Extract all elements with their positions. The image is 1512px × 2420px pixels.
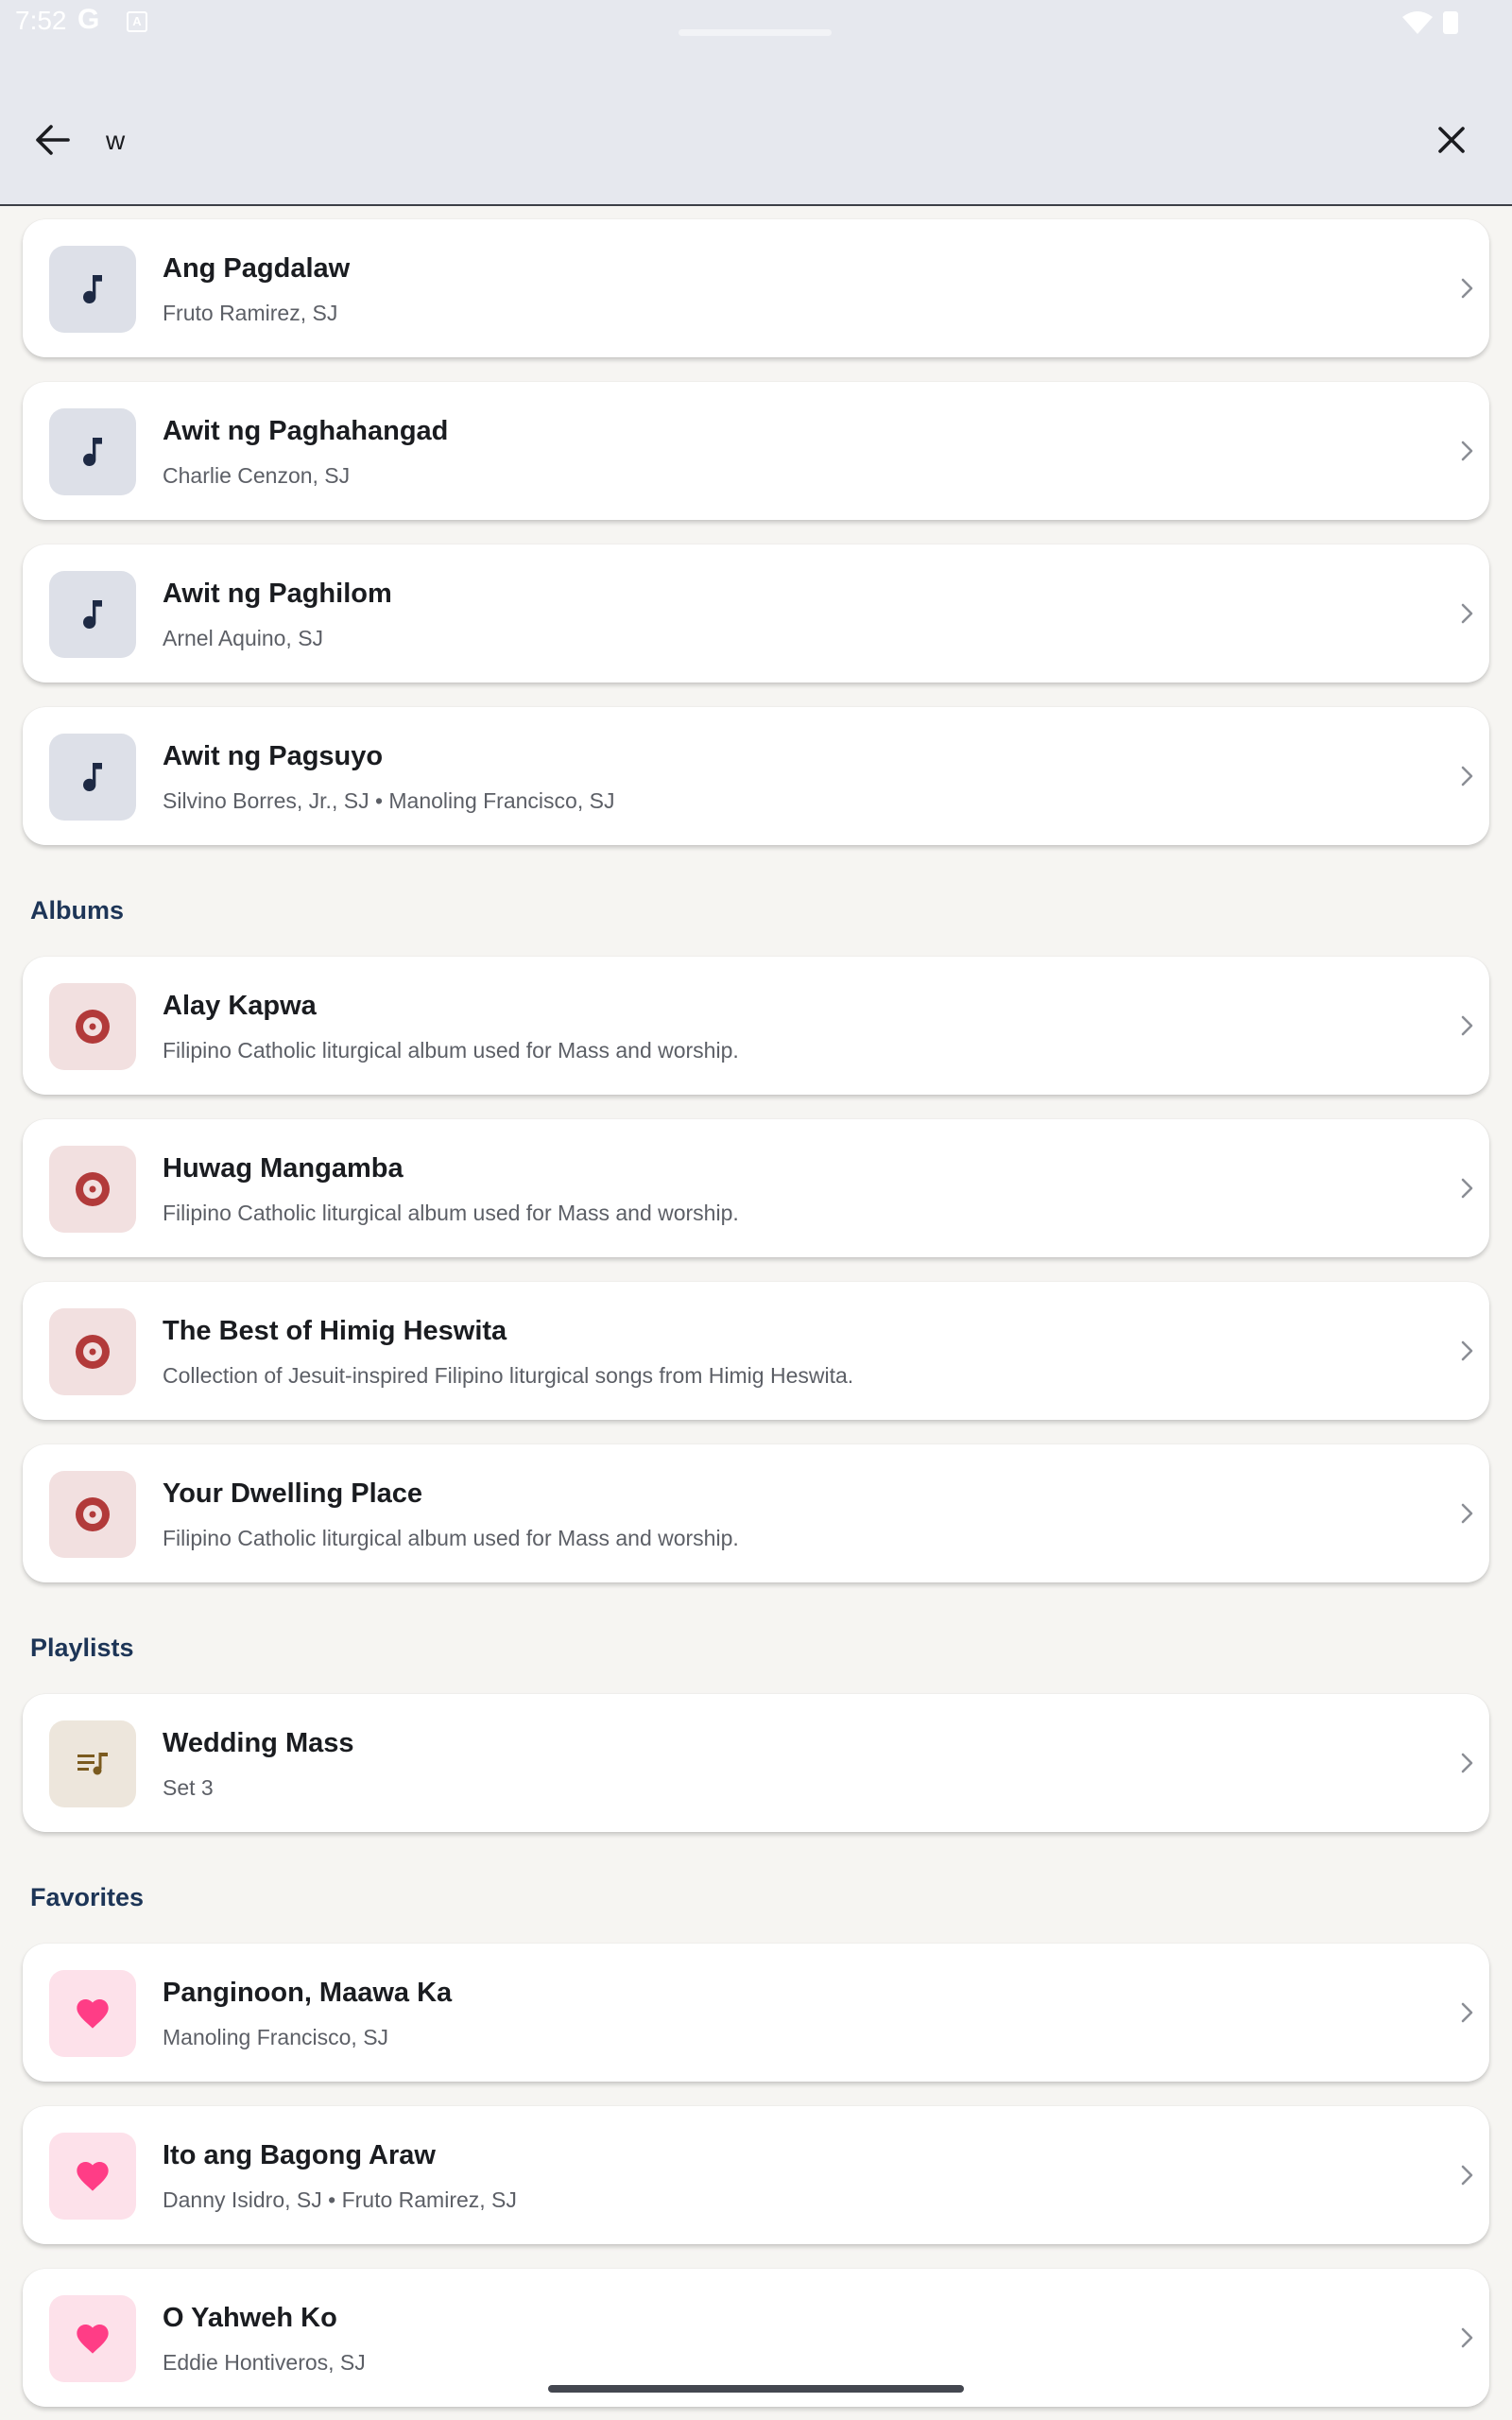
favorite-card[interactable]: Ito ang Bagong Araw Danny Isidro, SJ • F… [23,2106,1489,2244]
status-time: 7:52 [15,6,67,35]
favorites-section-header: Favorites [30,1883,145,1911]
favorite-tile [49,2133,136,2220]
notification-a-icon: A [127,11,147,32]
arrow-left-icon [36,125,70,155]
favorite-artist: Manoling Francisco, SJ [163,2025,389,2049]
song-tile [49,734,136,821]
playlists-section-header: Playlists [30,1634,134,1662]
playlist-subtitle: Set 3 [163,1775,214,1800]
search-input[interactable] [104,116,1336,165]
song-card[interactable]: Awit ng Paghilom Arnel Aquino, SJ [23,544,1489,683]
song-title: Awit ng Pagsuyo [163,741,384,771]
album-tile [49,1471,136,1558]
album-card[interactable]: Your Dwelling Place Filipino Catholic li… [23,1444,1489,1582]
playlist-tile [49,1720,136,1807]
chevron-right-icon [1461,2327,1473,2348]
chevron-right-icon [1461,1753,1473,1773]
heart-icon [77,2325,109,2354]
album-title: Huwag Mangamba [163,1153,404,1184]
song-tile [49,571,136,658]
battery-icon [1443,11,1458,34]
favorite-tile [49,2295,136,2382]
favorite-title: O Yahweh Ko [163,2303,337,2333]
chevron-right-icon [1461,1178,1473,1199]
clear-search-button[interactable] [1425,113,1478,166]
music-note-icon [83,600,102,630]
album-tile [49,983,136,1070]
album-description: Filipino Catholic liturgical album used … [163,1038,739,1063]
song-artist: Charlie Cenzon, SJ [163,463,351,488]
google-icon: G [77,4,100,35]
favorite-title: Ito ang Bagong Araw [163,2140,436,2170]
song-card[interactable]: Ang Pagdalaw Fruto Ramirez, SJ [23,219,1489,357]
song-artist: Silvino Borres, Jr., SJ • Manoling Franc… [163,788,615,813]
album-description: Filipino Catholic liturgical album used … [163,1201,739,1225]
song-card[interactable]: Awit ng Paghahangad Charlie Cenzon, SJ [23,382,1489,520]
gesture-nav-handle[interactable] [548,2385,964,2393]
album-title: Your Dwelling Place [163,1478,423,1509]
status-bar: 7:52 G A [0,0,1512,45]
chevron-right-icon [1461,2002,1473,2023]
music-note-icon [83,438,102,467]
disc-icon [76,1010,110,1044]
song-tile [49,408,136,495]
playlist-icon [77,1753,108,1775]
chevron-right-icon [1461,278,1473,299]
chevron-right-icon [1461,1015,1473,1036]
chevron-right-icon [1461,441,1473,461]
song-title: Awit ng Paghahangad [163,416,449,446]
heart-icon [77,2162,109,2191]
wifi-icon [1402,11,1433,34]
disc-icon [76,1172,110,1206]
album-tile [49,1308,136,1395]
albums-section-header: Albums [30,896,125,925]
chevron-right-icon [1461,766,1473,786]
favorite-card[interactable]: Panginoon, Maawa Ka Manoling Francisco, … [23,1944,1489,2082]
album-card[interactable]: Huwag Mangamba Filipino Catholic liturgi… [23,1119,1489,1257]
favorite-tile [49,1970,136,2057]
disc-icon [76,1335,110,1369]
status-pill [679,29,832,36]
album-tile [49,1146,136,1233]
song-artist: Fruto Ramirez, SJ [163,301,338,325]
favorite-title: Panginoon, Maawa Ka [163,1978,453,2008]
favorite-artist: Eddie Hontiveros, SJ [163,2350,366,2375]
chevron-right-icon [1461,2165,1473,2186]
chevron-right-icon [1461,1340,1473,1361]
disc-icon [76,1497,110,1531]
album-title: The Best of Himig Heswita [163,1316,507,1346]
close-icon [1438,127,1465,153]
song-title: Awit ng Paghilom [163,579,392,609]
heart-icon [77,1999,109,2029]
music-note-icon [83,763,102,792]
album-title: Alay Kapwa [163,991,317,1021]
music-note-icon [83,275,102,304]
album-card[interactable]: The Best of Himig Heswita Collection of … [23,1282,1489,1420]
favorite-artist: Danny Isidro, SJ • Fruto Ramirez, SJ [163,2187,517,2212]
search-bar [0,45,1512,206]
song-artist: Arnel Aquino, SJ [163,626,324,650]
song-tile [49,246,136,333]
album-card[interactable]: Alay Kapwa Filipino Catholic liturgical … [23,957,1489,1095]
album-description: Collection of Jesuit-inspired Filipino l… [163,1363,854,1388]
album-description: Filipino Catholic liturgical album used … [163,1526,739,1550]
back-button[interactable] [26,113,79,166]
playlist-card[interactable]: Wedding Mass Set 3 [23,1694,1489,1832]
song-card[interactable]: Awit ng Pagsuyo Silvino Borres, Jr., SJ … [23,707,1489,845]
playlist-title: Wedding Mass [163,1728,354,1758]
chevron-right-icon [1461,603,1473,624]
chevron-right-icon [1461,1503,1473,1524]
song-title: Ang Pagdalaw [163,253,351,284]
